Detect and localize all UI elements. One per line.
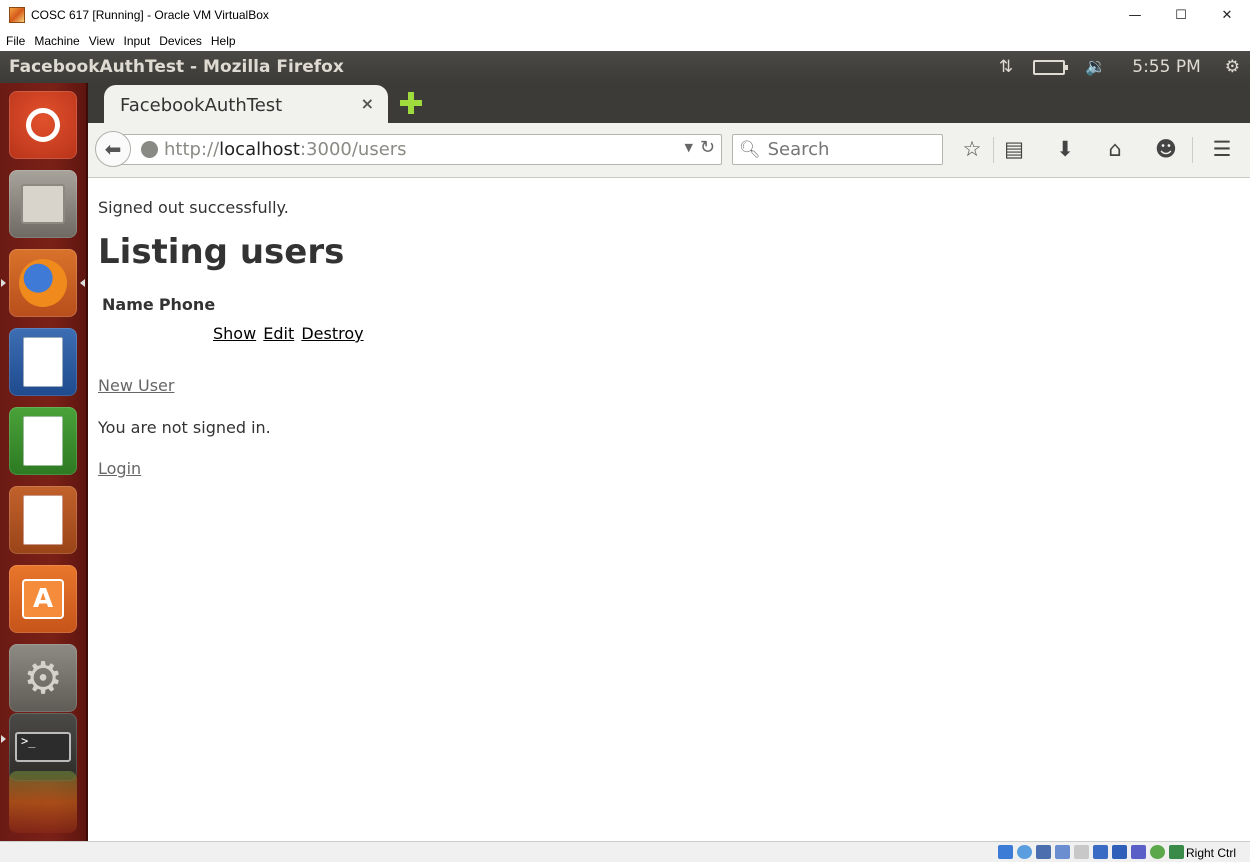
- tab-title: FacebookAuthTest: [120, 94, 283, 116]
- tab-close-icon[interactable]: ×: [361, 94, 374, 113]
- shared-folders-icon[interactable]: [1093, 845, 1108, 859]
- ubuntu-top-panel: FacebookAuthTest - Mozilla Firefox ⇅ 🔉 5…: [0, 51, 1250, 83]
- vbox-window-title: COSC 617 [Running] - Oracle VM VirtualBo…: [31, 8, 269, 22]
- libreoffice-impress-icon[interactable]: [9, 486, 77, 554]
- menu-machine[interactable]: Machine: [34, 34, 79, 48]
- new-user-link[interactable]: New User: [98, 376, 174, 395]
- terminal-running-indicator: [1, 735, 6, 743]
- launcher-focus-indicator: [80, 279, 85, 287]
- bookmark-star-icon[interactable]: ☆: [959, 137, 985, 161]
- menu-input[interactable]: Input: [124, 34, 151, 48]
- show-link[interactable]: Show: [213, 324, 256, 343]
- launcher-overflow-stack[interactable]: [9, 771, 77, 833]
- tab-facebookauthtest[interactable]: FacebookAuthTest ×: [104, 85, 388, 125]
- url-text[interactable]: http://localhost:3000/users: [164, 139, 407, 160]
- url-host: localhost: [219, 139, 300, 160]
- mouse-integration-icon[interactable]: [1169, 845, 1184, 859]
- vbox-device-indicators: [994, 845, 1184, 859]
- volume-icon[interactable]: 🔉: [1085, 57, 1106, 77]
- search-icon: 🔍︎: [739, 139, 761, 160]
- toolbar-separator: [993, 137, 994, 163]
- clock[interactable]: 5:55 PM: [1132, 57, 1201, 77]
- auth-status-text: You are not signed in.: [98, 418, 271, 437]
- flash-notice: Signed out successfully.: [98, 198, 289, 217]
- network-icon[interactable]: ⇅: [999, 57, 1013, 77]
- unity-launcher: A ⚙ >_: [0, 83, 88, 841]
- hamburger-menu-icon[interactable]: ☰: [1209, 137, 1235, 161]
- url-bar[interactable]: http://localhost:3000/users ▼ ↻: [114, 134, 722, 165]
- home-icon[interactable]: ⌂: [1102, 137, 1128, 161]
- page-title: Listing users: [98, 232, 345, 272]
- menu-help[interactable]: Help: [211, 34, 236, 48]
- files-icon[interactable]: [9, 170, 77, 238]
- video-capture-icon[interactable]: [1131, 845, 1146, 859]
- network-adapter-icon[interactable]: [1055, 845, 1070, 859]
- host-key-label: Right Ctrl: [1185, 846, 1236, 860]
- vbox-status-bar: Right Ctrl: [0, 841, 1250, 862]
- battery-icon[interactable]: [1033, 59, 1069, 75]
- back-arrow-icon: ⬅: [104, 137, 122, 161]
- libreoffice-writer-icon[interactable]: [9, 328, 77, 396]
- optical-drive-icon[interactable]: [1017, 845, 1032, 859]
- system-settings-icon[interactable]: ⚙: [9, 644, 77, 712]
- minimize-button[interactable]: —: [1112, 0, 1158, 30]
- vbox-titlebar: COSC 617 [Running] - Oracle VM VirtualBo…: [0, 0, 1250, 30]
- column-header-phone: Phone: [158, 295, 216, 314]
- dash-home-icon[interactable]: [9, 91, 77, 159]
- url-scheme: http://: [164, 139, 220, 160]
- reload-icon[interactable]: ↻: [700, 137, 715, 158]
- edit-link[interactable]: Edit: [263, 324, 294, 343]
- menu-devices[interactable]: Devices: [159, 34, 202, 48]
- users-table: Name Phone: [102, 295, 215, 314]
- active-window-title: FacebookAuthTest - Mozilla Firefox: [9, 57, 344, 77]
- destroy-link[interactable]: Destroy: [301, 324, 363, 343]
- table-row-actions: Show Edit Destroy: [213, 324, 366, 343]
- virtualbox-icon: [9, 7, 25, 23]
- firefox-icon[interactable]: [9, 249, 77, 317]
- url-path: :3000/users: [299, 139, 407, 160]
- login-link[interactable]: Login: [98, 459, 141, 478]
- new-tab-plus-icon[interactable]: [400, 92, 422, 114]
- search-input[interactable]: [767, 139, 938, 160]
- back-button[interactable]: ⬅: [95, 131, 131, 167]
- menu-file[interactable]: File: [6, 34, 25, 48]
- site-identity-globe-icon[interactable]: [141, 141, 158, 158]
- usb-icon[interactable]: [1074, 845, 1089, 859]
- firefox-tabstrip: FacebookAuthTest ×: [88, 83, 1250, 125]
- search-bar[interactable]: 🔍︎: [732, 134, 943, 165]
- page-content: Signed out successfully. Listing users N…: [88, 178, 1250, 841]
- hello-chat-icon[interactable]: ☻: [1153, 137, 1179, 161]
- firefox-navbar: http://localhost:3000/users ▼ ↻ ⬅ 🔍︎ ☆ ▤…: [88, 123, 1250, 178]
- panel-indicators: ⇅ 🔉 5:55 PM ⚙: [979, 51, 1240, 83]
- bookmarks-menu-icon[interactable]: ▤: [1001, 137, 1027, 161]
- vbox-menubar: File Machine View Input Devices Help: [0, 30, 1250, 51]
- close-button[interactable]: ✕: [1204, 0, 1250, 30]
- maximize-button[interactable]: ☐: [1158, 0, 1204, 30]
- downloads-icon[interactable]: ⬇: [1052, 137, 1078, 161]
- column-header-name: Name: [102, 295, 154, 314]
- display-icon[interactable]: [1112, 845, 1127, 859]
- software-center-icon[interactable]: A: [9, 565, 77, 633]
- power-gear-icon[interactable]: ⚙: [1225, 57, 1240, 77]
- launcher-active-indicator: [1, 279, 6, 287]
- menu-view[interactable]: View: [89, 34, 115, 48]
- window-controls: — ☐ ✕: [1112, 0, 1250, 30]
- libreoffice-calc-icon[interactable]: [9, 407, 77, 475]
- hard-disk-icon[interactable]: [998, 845, 1013, 859]
- url-history-dropdown-icon[interactable]: ▼: [685, 141, 693, 154]
- toolbar-separator: [1192, 137, 1193, 163]
- audio-icon[interactable]: [1036, 845, 1051, 859]
- virtualization-icon[interactable]: [1150, 845, 1165, 859]
